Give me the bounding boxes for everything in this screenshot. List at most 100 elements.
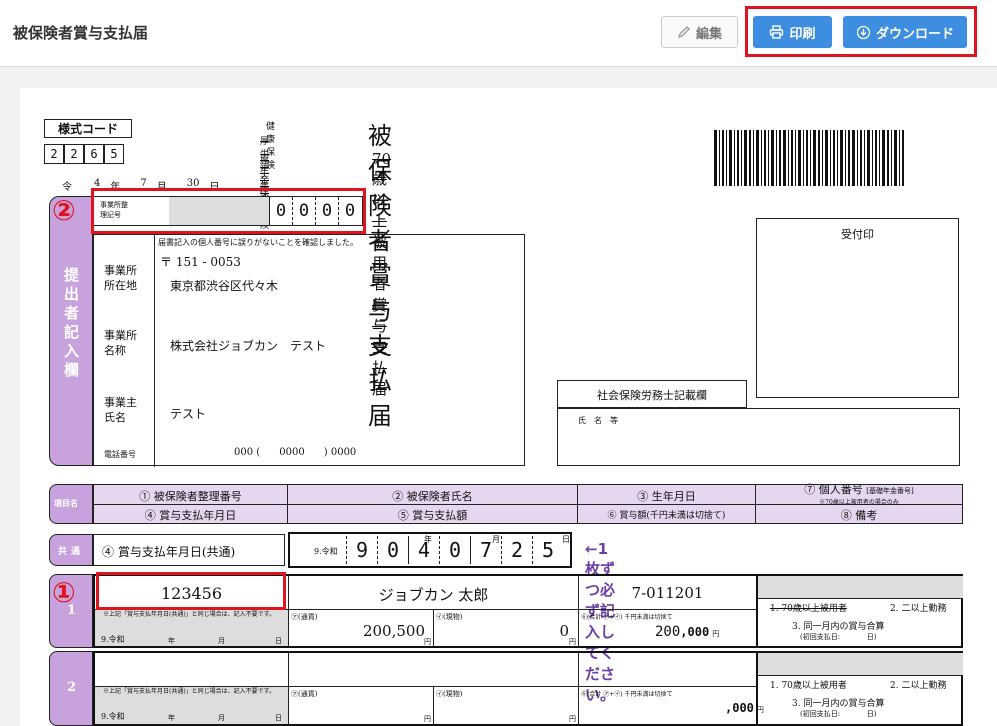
row-2-total-amount: ,000 円	[725, 701, 764, 715]
marker-2: ②	[52, 194, 76, 227]
receipt-stamp-box: 受付印	[756, 218, 959, 398]
header-birthdate: ③ 生年月日	[637, 490, 696, 503]
row-1-total-value: 200	[655, 624, 681, 640]
common-era: 9.令和	[314, 547, 338, 556]
row-1-era: 9.令和	[101, 635, 125, 644]
row-1-insured-name: ジョブカン 太郎	[378, 586, 489, 604]
row-2-kind-yen: 円	[569, 715, 576, 723]
header-h7: ⑦ 個人番号	[804, 483, 863, 496]
office-address: 東京都渋谷区代々木	[170, 279, 279, 293]
row-1-month-unit: 月	[218, 637, 225, 645]
common-date-digits: 9 0 4 0 7 2 5	[346, 536, 563, 564]
common-unit-month: 月	[492, 535, 500, 544]
row-1-date-note: ※上記「賞与支払年月日(共通)」と同じ場合は、記入不要です。	[103, 611, 276, 618]
form-code-label: 様式コード	[44, 119, 132, 138]
row-2-cash-yen: 円	[424, 715, 431, 723]
page-title: 被保険者賞与支払届	[13, 24, 149, 42]
row-1-total-label: ⑥(合計 ㋐+㋑) 千円未満は切捨て	[581, 614, 673, 621]
common-label-text: 共通	[58, 547, 85, 557]
row-1-total-tail: ,000	[680, 625, 710, 639]
common-date-box: 9.令和 9 0 4 0 7 2 5 年 月 日	[288, 532, 572, 568]
code-digit: 2	[64, 144, 84, 164]
row-1-personal-number-cell	[758, 576, 963, 598]
owner-name: テスト	[170, 407, 207, 421]
row-1-cash-yen: 円	[424, 638, 431, 646]
sharoshi-title-box: 社会保険労務士記載欄	[557, 380, 747, 408]
row-2-remark-4: (初回支払日: 日)	[800, 710, 877, 718]
confirm-note: 届書記入の個人番号に誤りがないことを確認しました。	[158, 238, 358, 247]
row-1-kind-amount: 0	[559, 622, 569, 640]
item-header-table: ① 被保険者整理番号 ② 被保険者氏名 ③ 生年月日 ⑦ 個人番号 [基礎年金番…	[93, 484, 963, 524]
header-remarks: ⑧ 備考	[840, 509, 878, 522]
sharoshi-name-box: 氏 名 等	[557, 408, 960, 466]
header-h7-note: [基礎年金番号]	[866, 487, 914, 495]
item-header-label: 項目名	[49, 484, 93, 524]
row-1-kind-yen: 円	[569, 638, 576, 646]
common-unit-year: 年	[424, 535, 432, 544]
row-2-year-unit: 年	[168, 714, 175, 722]
office-info-box: 届書記入の個人番号に誤りがないことを確認しました。 事業所所在地 〒 151 -…	[93, 234, 525, 467]
highlight-insured-number	[96, 572, 286, 610]
receipt-label: 受付印	[841, 228, 874, 241]
row-2-day-unit: 日	[275, 714, 282, 722]
row-1-total-yen: 円	[712, 630, 720, 638]
pencil-icon	[677, 26, 690, 39]
item-label-text: 項目名	[54, 498, 78, 508]
edit-button[interactable]: 編集	[661, 16, 738, 48]
common-row-label: 共通	[49, 534, 93, 566]
company-name-label: 事業所名称	[104, 329, 137, 357]
row-1-remark-1: 1. 70歳以上被用者	[770, 604, 847, 614]
row-2-personal-number-cell	[758, 653, 963, 675]
highlight-action-buttons	[745, 6, 977, 57]
form-code-digits: 2 2 6 5	[44, 144, 124, 164]
submitter-side-label: 提出者記入欄	[49, 196, 93, 466]
common-title: ④ 賞与支払年月日(共通)	[102, 545, 236, 559]
row-1-total-amount: 200,000 円	[655, 624, 719, 640]
row-2-total-yen: 円	[756, 706, 764, 714]
sharoshi-label: 社会保険労務士記載欄	[597, 389, 707, 402]
row-2-cash-label: ㋐(通貨)	[291, 690, 318, 698]
marker-1: ①	[52, 576, 76, 609]
common-unit-day: 日	[562, 535, 570, 544]
row-1-day-unit: 日	[275, 637, 282, 645]
row-1-cash-amount: 200,500	[362, 622, 425, 640]
code-digit: 6	[84, 144, 104, 164]
row-1-remark-3: 3. 同一月内の賞与合算	[792, 622, 885, 632]
header-insured-name: ② 被保険者氏名	[392, 490, 473, 503]
row-1-remark-4: (初回支払日: 日)	[800, 633, 877, 641]
code-digit: 5	[104, 144, 124, 164]
row-1-kind-label: ㋑(現物)	[436, 613, 463, 621]
row-2-remark-1: 1. 70歳以上被用者	[770, 681, 847, 691]
row-2-table: ※上記「賞与支払年月日(共通)」と同じ場合は、記入不要です。 9.令和 年 月 …	[93, 651, 963, 726]
edit-label: 編集	[695, 26, 722, 42]
row-2-month-unit: 月	[218, 714, 225, 722]
row-2-label: 2	[49, 651, 93, 726]
header-insured-number: ① 被保険者整理番号	[139, 490, 242, 503]
address-label: 事業所所在地	[104, 264, 137, 292]
row-1-cash-label: ㋐(通貨)	[291, 613, 318, 621]
row-2-remark-2: 2. 二以上勤務	[890, 681, 947, 691]
row-1-remark-2: 2. 二以上勤務	[890, 604, 947, 614]
barcode-image	[714, 130, 904, 186]
code-digit: 2	[44, 144, 64, 164]
form-preview: 様式コード 2 2 6 5 健康保険 厚生年金保険 厚生年金保険 被保険者賞与支…	[20, 88, 997, 726]
common-date-digit: 5	[532, 536, 563, 564]
row-2-total-tail: ,000	[725, 701, 754, 715]
row-1-birthdate: 7-011201	[631, 584, 704, 602]
postal-code: 〒 151 - 0053	[160, 255, 241, 269]
common-date-digit: 9	[346, 536, 377, 564]
header-pay-amount: ⑤ 賞与支払額	[397, 509, 468, 522]
common-date-digit: 0	[439, 536, 470, 564]
common-title-box: ④ 賞与支払年月日(共通)	[93, 534, 285, 566]
submitter-label-text: 提出者記入欄	[62, 267, 80, 381]
phone-label: 電話番号	[104, 450, 136, 459]
common-date-digit: 0	[377, 536, 408, 564]
row-2-date-note: ※上記「賞与支払年月日(共通)」と同じ場合は、記入不要です。	[103, 688, 276, 695]
phone-number: 000 ( 0000 ) 0000	[234, 447, 357, 458]
row-2-number: 2	[67, 680, 77, 695]
header-personal-number: ⑦ 個人番号 [基礎年金番号] ※70歳以上被用者の場合のみ	[756, 483, 962, 507]
header-bonus-amount: ⑥ 賞与額(千円未満は切捨て)	[607, 511, 726, 521]
row-2-kind-label: ㋑(現物)	[436, 690, 463, 698]
row-2-total-label: ⑥(合計 ㋐+㋑) 千円未満は切捨て	[581, 691, 673, 698]
row-2-remark-3: 3. 同一月内の賞与合算	[792, 699, 885, 709]
